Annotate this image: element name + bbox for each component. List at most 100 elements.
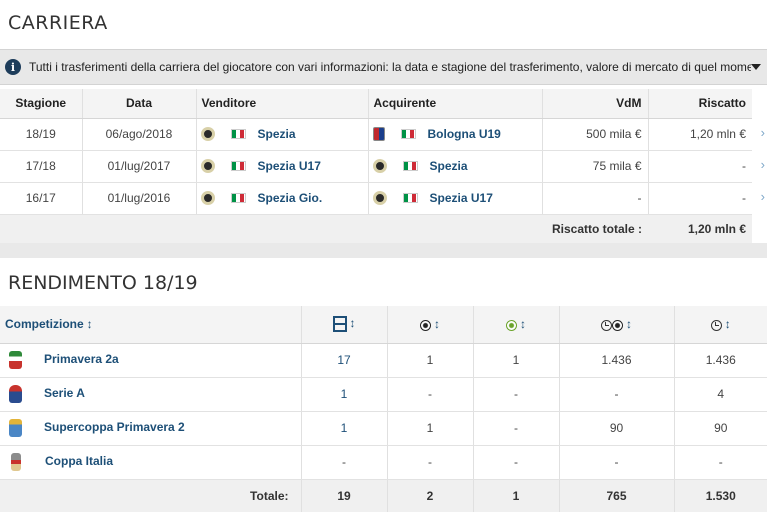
seller-link[interactable]: Spezia: [258, 127, 296, 141]
header-venditore[interactable]: Venditore: [196, 89, 369, 119]
header-riscatto[interactable]: Riscatto: [648, 89, 752, 119]
transfers-table: Stagione Data Venditore Acquirente VdM R…: [0, 89, 752, 244]
data-cell: 01/lug/2016: [82, 182, 197, 215]
header-assist[interactable]: ↕: [473, 306, 560, 344]
gol-cell: -: [387, 377, 474, 412]
table-row[interactable]: 18/19 06/ago/2018 Spezia Bologna U19 500…: [0, 118, 752, 151]
minuti-cell: -: [674, 445, 767, 480]
header-minuti[interactable]: ↕: [674, 306, 767, 344]
sort-icon[interactable]: ↕: [626, 317, 632, 331]
chevron-right-icon[interactable]: ›: [761, 125, 765, 140]
header-acquirente[interactable]: Acquirente: [368, 89, 543, 119]
competition-logo-icon: [9, 419, 22, 437]
italy-flag-icon: [400, 129, 416, 139]
total-label: Riscatto totale :: [0, 214, 648, 244]
club-crest-icon[interactable]: [372, 191, 387, 205]
club-crest-icon[interactable]: [372, 159, 387, 173]
caret-down-icon[interactable]: [751, 64, 761, 70]
sort-icon[interactable]: ↕: [87, 317, 93, 331]
section-divider: [0, 243, 767, 258]
presenze-cell[interactable]: 1: [301, 377, 388, 412]
info-bar[interactable]: i Tutti i trasferimenti della carriera d…: [0, 49, 767, 85]
header-competizione[interactable]: Competizione ↕: [0, 306, 302, 344]
competition-link[interactable]: Primavera 2a: [44, 352, 119, 366]
performance-table: Competizione ↕ ↕ ↕ ↕ ↕ ↕ Primavera 2a 17 …: [0, 306, 767, 512]
gol-cell: 1: [387, 343, 474, 378]
table-row[interactable]: Primavera 2a 17 1 1 1.436 1.436: [0, 343, 767, 378]
table-row[interactable]: Coppa Italia - - - - -: [0, 445, 767, 480]
total-min-gol: 765: [559, 479, 675, 512]
assist-cell: -: [473, 411, 560, 446]
vdm-cell: 75 mila €: [542, 150, 649, 183]
sort-icon[interactable]: ↕: [350, 316, 356, 330]
clock-icon: [710, 319, 722, 331]
stagione-cell: 18/19: [0, 118, 83, 151]
italy-flag-icon: [230, 129, 246, 139]
table-row[interactable]: Supercoppa Primavera 2 1 1 - 90 90: [0, 411, 767, 446]
riscatto-cell: -: [648, 182, 752, 215]
buyer-link[interactable]: Spezia U17: [430, 191, 493, 205]
header-data[interactable]: Data: [82, 89, 197, 119]
minuti-cell: 1.436: [674, 343, 767, 378]
ball-icon: [612, 319, 623, 331]
header-stagione[interactable]: Stagione: [0, 89, 83, 119]
rendimento-title: RENDIMENTO 18/19: [8, 272, 198, 294]
buyer-link[interactable]: Bologna U19: [428, 127, 501, 141]
presenze-cell[interactable]: 17: [301, 343, 388, 378]
data-cell: 01/lug/2017: [82, 150, 197, 183]
header-presenze[interactable]: ↕: [301, 306, 388, 344]
club-crest-icon[interactable]: [200, 127, 215, 141]
ball-icon: [420, 319, 431, 331]
competition-link[interactable]: Coppa Italia: [45, 454, 113, 468]
info-text: Tutti i trasferimenti della carriera del…: [29, 60, 751, 74]
sort-icon[interactable]: ↕: [434, 317, 440, 331]
competition-logo-icon: [11, 453, 21, 471]
chevron-right-icon[interactable]: ›: [761, 189, 765, 204]
info-icon: i: [5, 59, 21, 75]
sort-icon[interactable]: ↕: [520, 317, 526, 331]
min-gol-cell: 90: [559, 411, 675, 446]
assist-cell: 1: [473, 343, 560, 378]
club-crest-icon[interactable]: [200, 191, 215, 205]
competition-logo-icon: [9, 385, 22, 403]
italy-flag-icon: [402, 161, 418, 171]
stagione-cell: 17/18: [0, 150, 83, 183]
minuti-cell: 4: [674, 377, 767, 412]
data-cell: 06/ago/2018: [82, 118, 197, 151]
assist-ball-icon: [506, 319, 517, 331]
presenze-cell[interactable]: 1: [301, 411, 388, 446]
total-row: Totale: 19 2 1 765 1.530: [0, 479, 767, 512]
sort-icon[interactable]: ↕: [725, 317, 731, 331]
table-row[interactable]: 16/17 01/lug/2016 Spezia Gio. Spezia U17…: [0, 182, 752, 215]
total-assist: 1: [473, 479, 560, 512]
assist-cell: -: [473, 377, 560, 412]
competition-link[interactable]: Supercoppa Primavera 2: [44, 420, 185, 434]
seller-link[interactable]: Spezia U17: [258, 159, 321, 173]
min-gol-cell: -: [559, 377, 675, 412]
table-row[interactable]: 17/18 01/lug/2017 Spezia U17 Spezia 75 m…: [0, 150, 752, 183]
gol-cell: 1: [387, 411, 474, 446]
italy-flag-icon: [402, 193, 418, 203]
minuti-cell: 90: [674, 411, 767, 446]
total-gol: 2: [387, 479, 474, 512]
riscatto-cell: -: [648, 150, 752, 183]
seller-link[interactable]: Spezia Gio.: [258, 191, 323, 205]
gol-cell: -: [387, 445, 474, 480]
min-gol-cell: -: [559, 445, 675, 480]
total-value: 1,20 mln €: [648, 214, 752, 244]
total-minuti: 1.530: [674, 479, 767, 512]
competition-link[interactable]: Serie A: [44, 386, 85, 400]
presenze-cell: -: [301, 445, 388, 480]
min-gol-cell: 1.436: [559, 343, 675, 378]
club-crest-icon[interactable]: [200, 159, 215, 173]
field-icon: [332, 316, 347, 333]
header-gol[interactable]: ↕: [387, 306, 474, 344]
header-min-gol[interactable]: ↕: [559, 306, 675, 344]
header-vdm[interactable]: VdM: [542, 89, 649, 119]
club-crest-icon[interactable]: [372, 127, 385, 141]
vdm-cell: -: [542, 182, 649, 215]
italy-flag-icon: [230, 161, 246, 171]
table-row[interactable]: Serie A 1 - - - 4: [0, 377, 767, 412]
chevron-right-icon[interactable]: ›: [761, 157, 765, 172]
buyer-link[interactable]: Spezia: [430, 159, 468, 173]
